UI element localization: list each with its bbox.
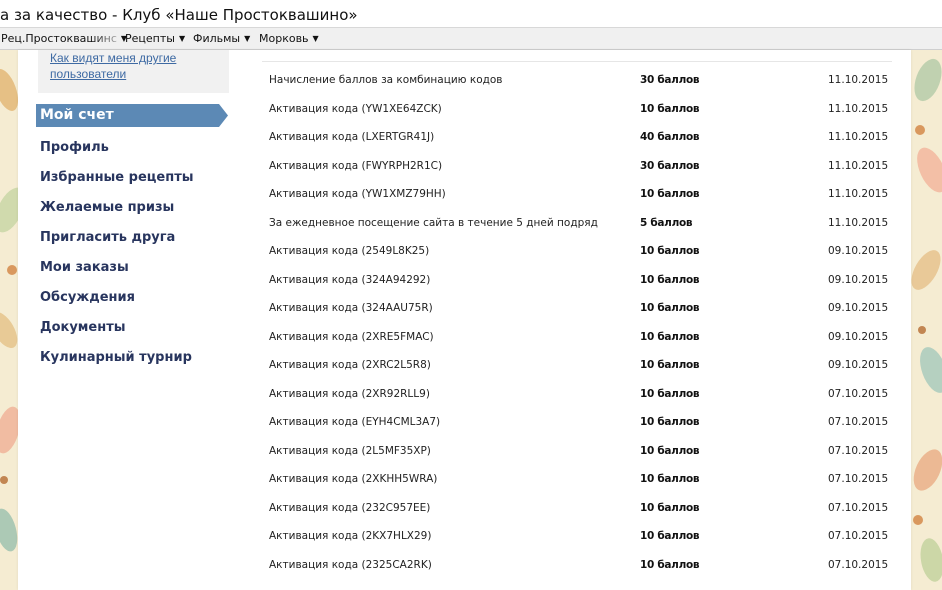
table-row: Активация кода (2549L8K25) 10 баллов 09.10… [269,245,899,273]
transaction-date: 07.10.2015 [828,473,889,485]
window-title-bar: а за качество - Клуб «Наше Простоквашино… [0,0,942,28]
transaction-points: 10 баллов [640,558,700,571]
bookmark-label: Рецепты [125,32,175,45]
bookmark-folder-recipes[interactable]: Рецепты ▼ [125,32,185,45]
bookmark-label: Рец.Простоквашинс [1,32,117,45]
chevron-down-icon: ▼ [312,34,319,43]
transaction-date: 07.10.2015 [828,558,889,571]
transaction-date: 11.10.2015 [828,216,889,229]
transaction-description: Активация кода (2L5MF35XP) [269,444,431,457]
transaction-date: 11.10.2015 [828,159,889,172]
transaction-description: Активация кода (2XRE5FMAC) [269,330,434,343]
transaction-points: 30 баллов [640,159,700,172]
transaction-date: 09.10.2015 [828,359,889,371]
table-row: Активация кода (LXERTGR41J) 40 баллов 11.1… [269,131,899,159]
table-row: Начисление баллов за комбинацию кодов 30 … [269,74,899,102]
transaction-points: 10 баллов [640,416,700,428]
bookmark-folder-films[interactable]: Фильмы ▼ [193,32,250,45]
bookmark-label: Фильмы [193,32,241,45]
window-title: а за качество - Клуб «Наше Простоквашино… [0,6,358,24]
table-row: Активация кода (232C957EE) 10 баллов 07.10… [269,502,899,530]
table-row: Активация кода (2325CA2RK) 10 баллов 07.10… [269,559,899,587]
bookmark-folder-carrot[interactable]: Морковь ▼ [259,32,319,45]
transaction-description: Начисление баллов за комбинацию кодов [269,74,503,86]
bookmarks-bar: Рец.Простоквашинс ▼ Рецепты ▼ Фильмы ▼ М… [0,28,942,50]
transaction-date: 09.10.2015 [828,330,889,343]
transaction-points: 30 баллов [640,74,700,86]
transaction-date: 11.10.2015 [828,102,889,115]
transaction-points: 5 баллов [640,216,693,229]
transaction-points: 40 баллов [640,131,700,143]
transaction-points: 10 баллов [640,302,700,314]
bookmark-folder-recipes-prostokvashino[interactable]: Рец.Простоквашинс ▼ [1,32,127,45]
transaction-date: 11.10.2015 [828,131,889,143]
table-row: Активация кода (2XKHH5WRA) 10 баллов 07.10… [269,473,899,501]
transaction-description: Активация кода (324AAU75R) [269,302,433,314]
transaction-description: Активация кода (LXERTGR41J) [269,131,435,143]
transaction-date: 11.10.2015 [828,74,889,86]
chevron-down-icon: ▼ [244,34,251,43]
transaction-points: 10 баллов [640,359,700,371]
table-row: Активация кода (YW1XE64ZCK) 10 баллов 11.1… [269,103,899,131]
table-row: Активация кода (324AAU75R) 10 баллов 09.10… [269,302,899,330]
transaction-points: 10 баллов [640,102,700,115]
bookmark-label: Морковь [259,32,309,45]
sidebar-item-discussions[interactable]: Обсуждения [40,290,230,305]
transaction-points: 10 баллов [640,473,700,485]
transaction-date: 09.10.2015 [828,245,889,257]
sidebar-item-culinary-tournament[interactable]: Кулинарный турнир [40,350,230,365]
sidebar-item-wished-prizes[interactable]: Желаемые призы [40,200,230,215]
table-row: Активация кода (FWYRPH2R1C) 30 баллов 11.1… [269,160,899,188]
transaction-description: Активация кода (324A94292) [269,273,431,286]
table-row: Активация кода (2XR92RLL9) 10 баллов 07.10… [269,388,899,416]
transaction-description: Активация кода (YW1XE64ZCK) [269,102,442,115]
transaction-points: 10 баллов [640,245,700,257]
transaction-points: 10 баллов [640,273,700,286]
transaction-points: 10 баллов [640,188,700,200]
chevron-down-icon: ▼ [178,34,186,43]
transaction-points: 10 баллов [640,330,700,343]
transaction-points: 10 баллов [640,530,700,542]
table-row: Активация кода (EYH4CML3A7) 10 баллов 07.1… [269,416,899,444]
sidebar-item-profile[interactable]: Профиль [40,140,230,155]
transaction-description: Активация кода (2325CA2RK) [269,558,432,571]
table-row: Активация кода (2XRC2L5R8) 10 баллов 09.10… [269,359,899,387]
transaction-date: 09.10.2015 [828,302,889,314]
table-divider [262,61,892,62]
sidebar-item-invite-friend[interactable]: Пригласить друга [40,230,230,245]
transaction-description: Активация кода (2KX7HLX29) [269,530,432,542]
view-as-others-link[interactable]: Как видят меня другие пользователи [50,50,220,82]
table-row: Активация кода (YW1XMZ79HH) 10 баллов 11.1… [269,188,899,216]
transaction-description: Активация кода (2XR92RLL9) [269,387,430,400]
table-row: Активация кода (2L5MF35XP) 10 баллов 07.10… [269,445,899,473]
transaction-description: Активация кода (2XRC2L5R8) [269,359,431,371]
sidebar-item-documents[interactable]: Документы [40,320,230,335]
transaction-date: 09.10.2015 [828,273,889,286]
table-row: Активация кода (324A94292) 10 баллов 09.10… [269,274,899,302]
sidebar-item-my-account[interactable]: Мой счет [36,104,228,127]
transaction-description: Активация кода (2XKHH5WRA) [269,473,438,485]
sidebar-item-favorite-recipes[interactable]: Избранные рецепты [40,170,230,185]
transaction-description: Активация кода (FWYRPH2R1C) [269,159,443,172]
transaction-date: 07.10.2015 [828,387,889,400]
page-content: Как видят меня другие пользователи Мой с… [18,50,911,590]
transaction-date: 07.10.2015 [828,501,889,514]
transaction-points: 10 баллов [640,501,700,514]
transaction-date: 07.10.2015 [828,444,889,457]
transaction-description: Активация кода (YW1XMZ79HH) [269,188,446,200]
transaction-description: Активация кода (2549L8K25) [269,245,430,257]
sidebar-item-my-orders[interactable]: Мои заказы [40,260,230,275]
table-row: Активация кода (2XRE5FMAC) 10 баллов 09.10… [269,331,899,359]
transaction-date: 07.10.2015 [828,530,889,542]
transaction-date: 07.10.2015 [828,416,889,428]
transaction-date: 11.10.2015 [828,188,889,200]
table-row: За ежедневное посещение сайта в течение … [269,217,899,245]
table-row: Активация кода (2KX7HLX29) 10 баллов 07.10… [269,530,899,558]
transaction-description: Активация кода (232C957EE) [269,501,431,514]
transaction-points: 10 баллов [640,387,700,400]
transaction-points: 10 баллов [640,444,700,457]
transaction-description: Активация кода (EYH4CML3A7) [269,416,441,428]
transaction-description: За ежедневное посещение сайта в течение … [269,216,598,229]
